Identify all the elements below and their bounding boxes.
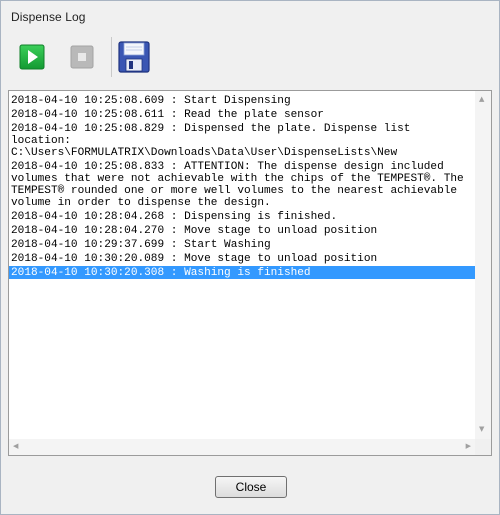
log-entry[interactable]: 2018-04-10 10:25:08.829 : Dispensed the … <box>9 122 476 159</box>
dispense-log-window: Dispense Log 2018-04-10 10:25:08.609: S… <box>0 0 500 515</box>
save-button[interactable] <box>114 37 154 77</box>
horizontal-scrollbar[interactable]: ◀ ▶ <box>9 439 475 455</box>
log-entry-selected[interactable]: 2018-04-10 10:30:20.308 : Washing is fin… <box>9 266 476 279</box>
window-title: Dispense Log <box>11 10 86 24</box>
scroll-corner <box>475 439 491 455</box>
log-entry[interactable]: 2018-04-10 10:25:08.833 : ATTENTION: The… <box>9 160 476 209</box>
scroll-down-icon[interactable]: ▼ <box>479 425 484 433</box>
stop-button[interactable] <box>63 37 101 77</box>
toolbar-separator <box>111 37 112 77</box>
title-bar: Dispense Log <box>1 1 499 31</box>
vertical-scrollbar[interactable]: ▲ ▼ <box>475 91 491 439</box>
log-entry[interactable]: 2018-04-10 10:29:37.699 : Start Washing <box>9 238 476 251</box>
log-entry[interactable]: 2018-04-10 10:30:20.089 : Move stage to … <box>9 252 476 265</box>
scroll-right-icon[interactable]: ▶ <box>466 442 471 450</box>
log-textbox[interactable]: 2018-04-10 10:25:08.609 : Start Dispensi… <box>8 90 492 456</box>
start-button[interactable] <box>13 37 51 77</box>
scroll-left-icon[interactable]: ◀ <box>13 442 18 450</box>
play-icon <box>19 44 45 70</box>
close-button[interactable]: Close <box>215 476 287 498</box>
scroll-up-icon[interactable]: ▲ <box>479 95 484 103</box>
log-entry[interactable]: 2018-04-10 10:25:08.611 : Read the plate… <box>9 108 476 121</box>
save-floppy-icon <box>118 41 150 73</box>
toolbar <box>1 31 499 87</box>
stop-icon <box>70 45 94 69</box>
log-list: 2018-04-10 10:25:08.609 : Start Dispensi… <box>9 94 476 439</box>
log-entry[interactable]: 2018-04-10 10:28:04.268 : Dispensing is … <box>9 210 476 223</box>
log-entry[interactable]: 2018-04-10 10:25:08.609 : Start Dispensi… <box>9 94 476 107</box>
log-entry[interactable]: 2018-04-10 10:28:04.270 : Move stage to … <box>9 224 476 237</box>
